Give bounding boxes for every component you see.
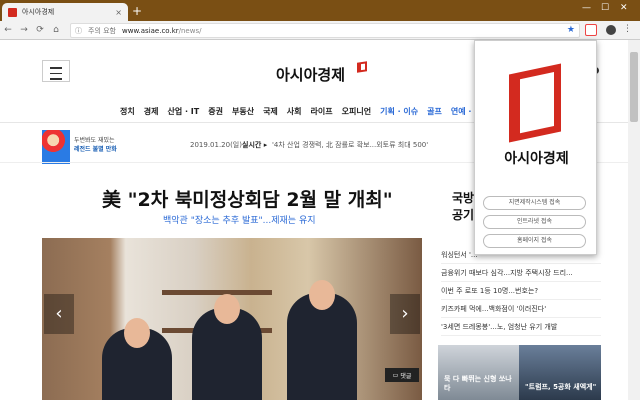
nav-item[interactable]: 정치	[120, 106, 135, 117]
thumbnail-caption: 묵 다 빠뛰는 신형 쏘나타	[444, 375, 512, 392]
print-system-button[interactable]: 지면제작시스템 접속	[483, 196, 586, 210]
person-head	[214, 294, 240, 324]
tab-title: 아시아경제	[22, 8, 55, 16]
promo-line2: 레전드 불멸 만화	[74, 146, 117, 153]
list-item[interactable]: '3세면 드레몽봉'...노, 엄청난 유기 개발	[441, 318, 601, 336]
carousel-prev-button[interactable]: ‹	[44, 294, 74, 334]
address-bar[interactable]: ⓘ 주의 요함 www.asiae.co.kr/news/ ★	[70, 23, 580, 38]
tab-close-button[interactable]: ×	[115, 8, 122, 17]
nav-item[interactable]: 라이프	[311, 106, 333, 117]
reload-icon[interactable]: ⟳	[32, 25, 48, 35]
list-item[interactable]: 금융위기 때보다 심각...지방 주택시장 드리...	[441, 264, 601, 282]
realtime-label: 실시간 ▸	[242, 141, 268, 149]
list-item[interactable]: 키즈카페 먹에...백화점이 '이러진다'	[441, 300, 601, 318]
list-item[interactable]: 이번 주 로또 1등 10명...번호는?	[441, 282, 601, 300]
comic-promo-banner[interactable]: 두번봐도 재밌는 레전드 불멸 만화	[42, 130, 132, 166]
sidebar-headline[interactable]: 국방 공기	[452, 190, 474, 224]
nav-item[interactable]: 국제	[263, 106, 278, 117]
sidebar-news-list: 워싱턴서 '... 금융위기 때보다 심각...지방 주택시장 드리... 이번…	[441, 246, 601, 336]
nav-item[interactable]: 경제	[144, 106, 159, 117]
bookmark-star-icon[interactable]: ★	[567, 25, 575, 35]
info-icon[interactable]: ⓘ	[75, 26, 82, 36]
person-head	[309, 280, 335, 310]
close-window-button[interactable]: ✕	[620, 3, 628, 13]
profile-avatar[interactable]	[606, 25, 616, 35]
news-thumbnail-person[interactable]: "트럼프, 5공화 새엑게"	[519, 345, 601, 400]
extension-popup: 아시아경제 지면제작시스템 접속 인트라넷 접속 홈페이지 접속	[474, 40, 597, 255]
browser-menu-icon[interactable]: ⋮	[623, 24, 632, 34]
browser-toolbar: ← → ⟳ ⌂ ⓘ 주의 요함 www.asiae.co.kr/news/ ★	[0, 21, 640, 40]
main-headline[interactable]: 美 "2차 북미정상회담 2월 말 개최"	[102, 185, 393, 212]
nav-item[interactable]: 부동산	[232, 106, 254, 117]
nav-item[interactable]: 산업 · IT	[167, 106, 199, 117]
news-thumbnail-car[interactable]: 묵 다 빠뛰는 신형 쏘나타	[438, 345, 521, 400]
nav-item[interactable]: 골프	[427, 106, 442, 117]
asiae-logo-mark-icon	[509, 63, 561, 143]
comment-button[interactable]: ▭ 댓글	[385, 368, 419, 382]
forward-icon[interactable]: →	[16, 25, 32, 35]
realtime-ticker[interactable]: '4차 산업 경쟁력, 北 잠룔로 확보...외토류 최대 500'	[272, 140, 428, 150]
site-logo[interactable]: 아시아경제	[276, 64, 345, 85]
browser-tab[interactable]: 아시아경제 ×	[2, 3, 128, 21]
url-path: /news/	[178, 26, 202, 35]
comment-icon: ▭	[392, 371, 399, 379]
site-favicon-icon	[8, 7, 17, 17]
shelf	[162, 290, 272, 295]
nav-item[interactable]: 사회	[287, 106, 302, 117]
main-subheadline[interactable]: 백악관 "장소는 추후 발표"...제재는 유지	[163, 213, 316, 226]
scrollbar-thumb[interactable]	[630, 52, 638, 122]
back-icon[interactable]: ←	[0, 25, 16, 35]
main-nav: 정치 경제 산업 · IT 증권 부동산 국제 사회 라이프 오피니언 기획 ·…	[120, 106, 496, 117]
hamburger-menu-button[interactable]	[42, 60, 70, 82]
nav-item[interactable]: 기획 · 이슈	[380, 106, 418, 117]
current-date: 2019.01.20(일)	[190, 141, 242, 149]
carousel-next-button[interactable]: ›	[390, 294, 420, 334]
url-host: www.asiae.co.kr	[122, 26, 179, 35]
nav-item[interactable]: 증권	[208, 106, 223, 117]
intranet-button[interactable]: 인트라넷 접속	[483, 215, 586, 229]
maximize-button[interactable]: ☐	[601, 3, 609, 13]
url-text: www.asiae.co.kr/news/	[122, 27, 201, 35]
promo-line1: 두번봐도 재밌는	[74, 137, 115, 144]
nav-item[interactable]: 오피니언	[342, 106, 371, 117]
new-tab-button[interactable]: +	[132, 4, 142, 18]
minimize-button[interactable]: —	[582, 3, 591, 13]
homepage-button[interactable]: 홈페이지 접속	[483, 234, 586, 248]
security-label: 주의 요함	[88, 26, 116, 35]
sidebar-headline-line2: 공기	[452, 208, 475, 222]
headline-photo[interactable]	[42, 238, 422, 400]
sidebar-headline-line1: 국방	[452, 191, 475, 205]
tab-strip: 아시아경제 × + — ☐ ✕	[0, 0, 640, 21]
comic-character-image	[42, 130, 70, 164]
person-head	[124, 318, 150, 348]
thumbnail-caption: "트럼프, 5공화 새엑게"	[525, 383, 597, 391]
home-icon[interactable]: ⌂	[48, 25, 64, 35]
comment-label: 댓글	[400, 372, 412, 380]
popup-title: 아시아경제	[504, 151, 569, 167]
asiae-extension-icon[interactable]	[585, 24, 597, 36]
logo-mark-icon	[357, 61, 367, 73]
